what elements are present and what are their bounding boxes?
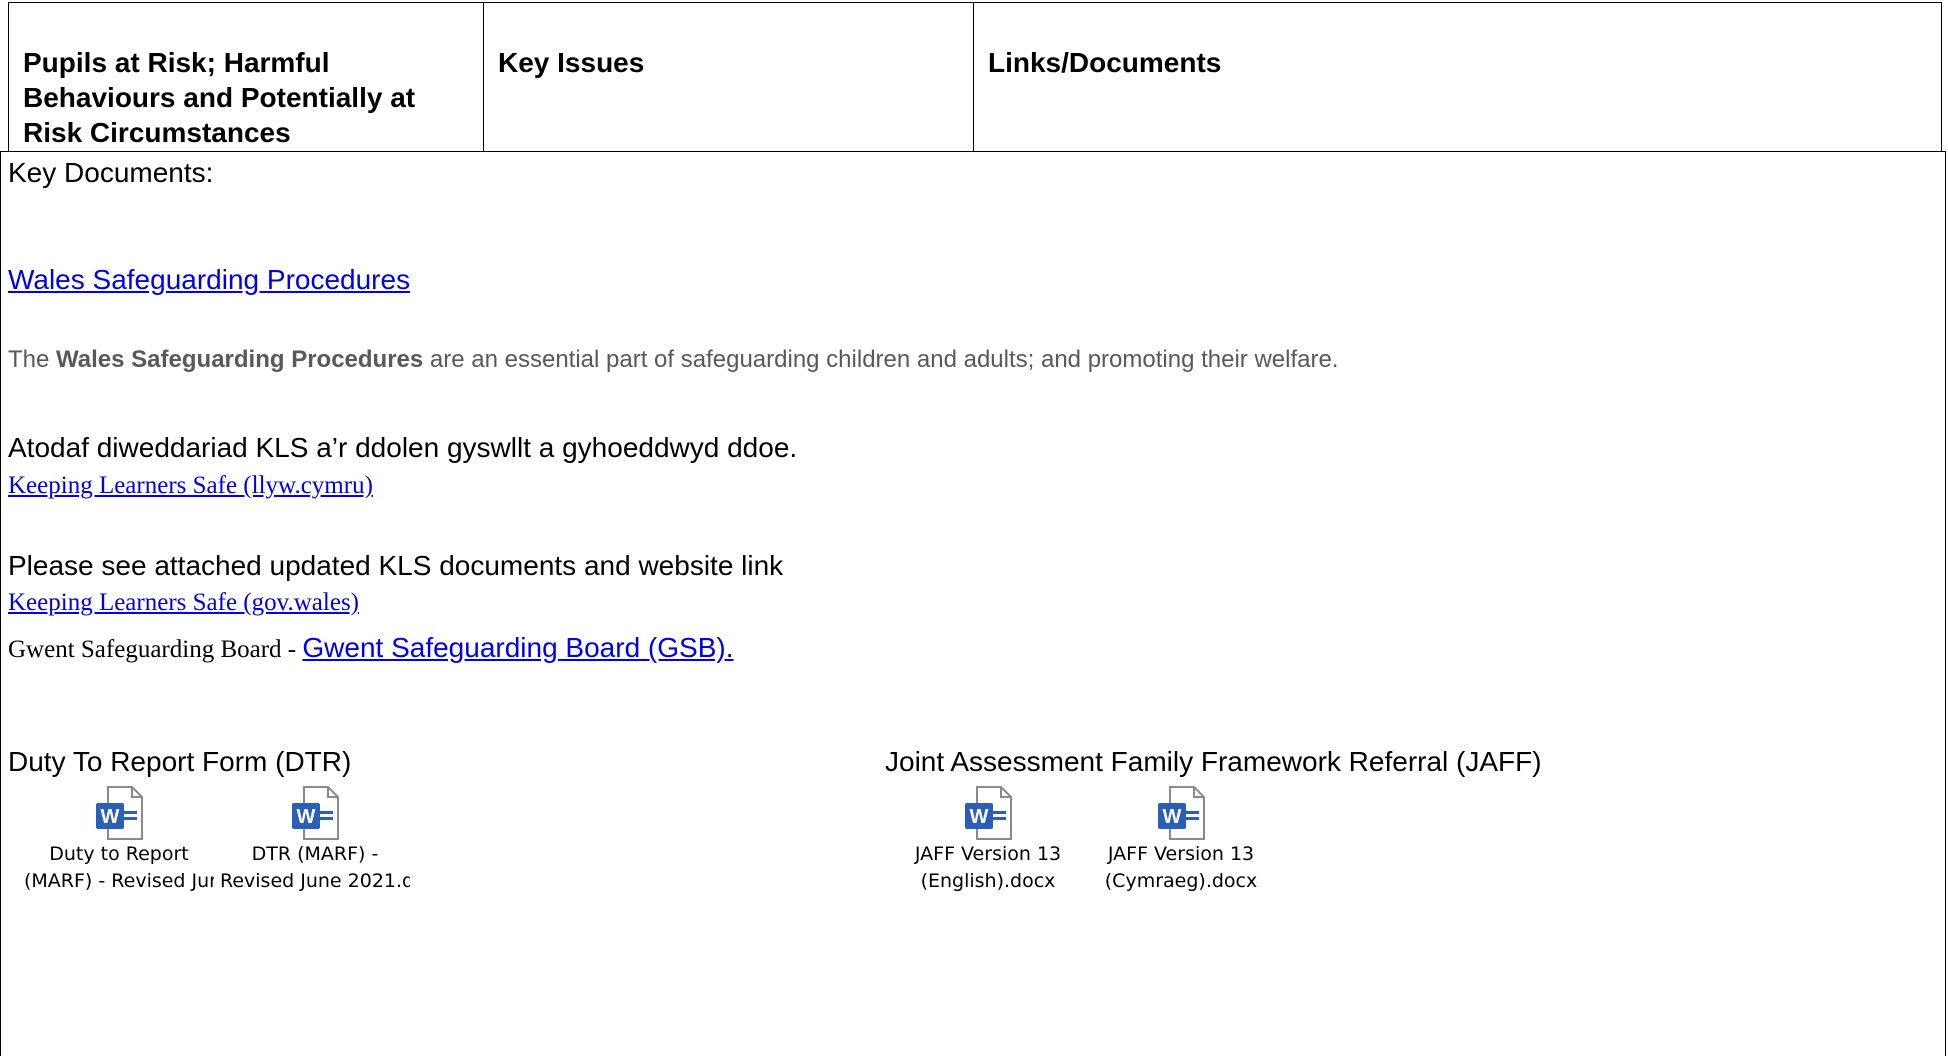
word-doc-icon: W: [96, 786, 143, 840]
attachment-name-line2: (Cymraeg).docx: [1104, 870, 1258, 892]
wales-desc-bold: Wales Safeguarding Procedures: [56, 346, 424, 373]
header-col-links: Links/Documents: [988, 47, 1222, 78]
attachment-name-line2: Revised June 2021.d: [220, 870, 410, 892]
attachment-name-line2: (English).docx: [920, 870, 1056, 892]
attachment-jaff-cymraeg[interactable]: W JAFF Version 13 (Cymraeg).docx: [1086, 785, 1276, 895]
attachment-dtr-revised[interactable]: W DTR (MARF) - Revised June 2021.d: [220, 785, 410, 895]
wales-desc-prefix: The: [8, 346, 57, 373]
attachment-jaff-english[interactable]: W JAFF Version 13 (English).docx: [893, 785, 1083, 895]
wales-description: The Wales Safeguarding Procedures are an…: [8, 346, 1338, 374]
kls-welsh-link[interactable]: Keeping Learners Safe (llyw.cymru): [8, 472, 373, 500]
kls-welsh-text: Atodaf diweddariad KLS a’r ddolen gyswll…: [8, 432, 798, 463]
svg-text:W: W: [101, 806, 120, 828]
jaff-heading: Joint Assessment Family Framework Referr…: [885, 746, 1542, 777]
attachment-name-line1: DTR (MARF) -: [251, 843, 379, 865]
svg-text:W: W: [970, 806, 989, 828]
attachment-name-line1: JAFF Version 13: [1107, 843, 1255, 865]
header-col-key-issues: Key Issues: [484, 3, 974, 151]
gwent-prefix: Gwent Safeguarding Board -: [8, 636, 303, 663]
word-doc-icon: W: [292, 786, 339, 840]
wales-desc-rest: are an essential part of safeguarding ch…: [423, 346, 1339, 373]
attachment-name-line2: (MARF) - Revised Jur: [24, 870, 214, 892]
header-col-topic: Pupils at Risk; Harmful Behaviours and P…: [9, 3, 484, 151]
gwent-line: Gwent Safeguarding Board - Gwent Safegua…: [8, 632, 734, 664]
wales-safeguarding-link[interactable]: Wales Safeguarding Procedures: [8, 264, 410, 296]
word-doc-icon: W: [965, 786, 1012, 840]
key-documents-label: Key Documents:: [8, 157, 214, 188]
gwent-link[interactable]: Gwent Safeguarding Board (GSB).: [302, 632, 733, 663]
attachment-name-line1: Duty to Report: [49, 843, 189, 865]
word-doc-icon: W: [1158, 786, 1205, 840]
attachment-name-line1: JAFF Version 13: [914, 843, 1062, 865]
kls-english-text: Please see attached updated KLS document…: [8, 550, 784, 581]
kls-english-link[interactable]: Keeping Learners Safe (gov.wales): [8, 589, 359, 617]
dtr-heading: Duty To Report Form (DTR): [8, 746, 352, 777]
header-table: Pupils at Risk; Harmful Behaviours and P…: [8, 2, 1942, 152]
svg-text:W: W: [1163, 806, 1182, 828]
svg-text:W: W: [297, 806, 316, 828]
attachment-dtr-english[interactable]: W Duty to Report (MARF) - Revised Jur: [24, 785, 214, 895]
